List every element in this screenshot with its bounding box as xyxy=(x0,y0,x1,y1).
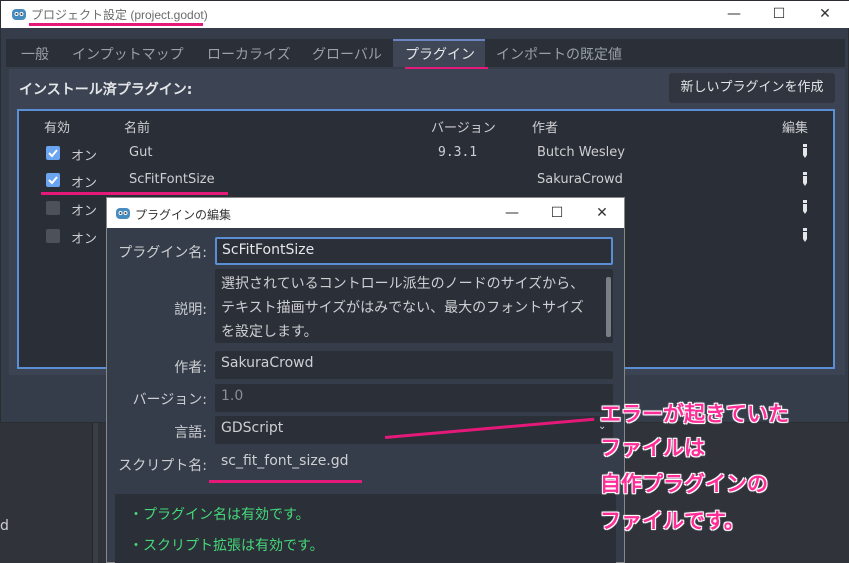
column-header-name[interactable]: 名前 xyxy=(124,117,150,136)
description-field[interactable]: 選択されているコントロール派生のノードのサイズから、 テキスト描画サイズがはみで… xyxy=(215,269,613,343)
description-scrollbar[interactable] xyxy=(606,277,611,337)
column-header-edit[interactable]: 編集 xyxy=(782,117,808,136)
validation-message: ・プラグイン名は有効です。 xyxy=(129,507,310,523)
dialog-titlebar: プラグインの編集 — ☐ ✕ xyxy=(107,198,624,228)
godot-icon xyxy=(12,9,26,20)
tab-input-map[interactable]: インプットマップ xyxy=(72,44,184,64)
plugin-name: Gut xyxy=(129,145,153,160)
column-header-version[interactable]: バージョン xyxy=(431,117,496,136)
installed-plugins-heading: インストール済プラグイン: xyxy=(19,82,193,98)
plugin-status: オン xyxy=(71,149,98,164)
annotation-text: ファイルです。 xyxy=(600,509,745,533)
dialog-minimize-button[interactable]: — xyxy=(502,203,522,223)
version-label: バージョン: xyxy=(132,392,207,408)
row-highlight-underline xyxy=(41,192,228,195)
tab-globals[interactable]: グローバル xyxy=(312,44,382,64)
background-splitter[interactable] xyxy=(92,423,98,563)
column-header-author[interactable]: 作者 xyxy=(532,117,558,136)
annotation-text: ファイルは xyxy=(600,436,705,460)
title-highlight-underline xyxy=(29,23,203,26)
plugin-enabled-checkbox[interactable] xyxy=(46,229,60,243)
author-field[interactable]: SakuraCrowd xyxy=(215,351,613,379)
author-label: 作者: xyxy=(174,360,207,376)
plugin-enabled-checkbox[interactable] xyxy=(46,201,60,215)
description-label: 説明: xyxy=(174,302,207,318)
check-icon xyxy=(48,176,58,185)
plugin-status: オン xyxy=(71,204,98,219)
description-line: 選択されているコントロール派生のノードのサイズから、 xyxy=(221,276,585,292)
validation-panel: ・プラグイン名は有効です。 ・スクリプト拡張は有効です。 xyxy=(115,494,616,563)
background-text-fragment: d xyxy=(0,518,9,534)
annotation-text: エラーが起きていた xyxy=(600,402,789,426)
edit-pencil-icon[interactable] xyxy=(800,199,810,215)
minimize-button[interactable]: — xyxy=(724,4,744,24)
close-button[interactable]: ✕ xyxy=(815,4,835,24)
script-name-highlight-underline xyxy=(209,480,362,483)
tab-localization[interactable]: ローカライズ xyxy=(207,44,291,64)
plugin-enabled-checkbox[interactable] xyxy=(46,146,60,160)
language-label: 言語: xyxy=(174,425,207,441)
annotation-text: 自作プラグインの xyxy=(600,472,768,496)
edit-plugin-dialog: プラグインの編集 — ☐ ✕ プラグイン名: ScFitFontSize 説明:… xyxy=(106,197,625,563)
edit-pencil-icon[interactable] xyxy=(800,227,810,243)
column-header-enabled[interactable]: 有効 xyxy=(44,117,70,136)
dialog-maximize-button[interactable]: ☐ xyxy=(547,203,567,223)
tab-import-defaults[interactable]: インポートの既定値 xyxy=(496,44,622,64)
edit-pencil-icon[interactable] xyxy=(800,171,810,187)
godot-icon xyxy=(116,208,130,219)
create-plugin-button[interactable]: 新しいプラグインを作成 xyxy=(669,73,835,103)
version-field[interactable]: 1.0 xyxy=(215,384,613,412)
dialog-close-button[interactable]: ✕ xyxy=(592,203,612,223)
description-line: を設定します。 xyxy=(221,324,318,340)
tab-plugins[interactable]: プラグイン xyxy=(405,44,475,64)
plugin-name-label: プラグイン名: xyxy=(118,245,207,261)
window-title: プロジェクト設定 (project.godot) xyxy=(31,8,208,22)
check-icon xyxy=(48,149,58,158)
tab-general[interactable]: 一般 xyxy=(21,44,49,64)
maximize-button[interactable]: ☐ xyxy=(769,4,789,24)
validation-message: ・スクリプト拡張は有効です。 xyxy=(129,538,324,554)
plugin-author: SakuraCrowd xyxy=(537,172,623,187)
plugin-enabled-checkbox[interactable] xyxy=(46,173,60,187)
script-name-label: スクリプト名: xyxy=(118,458,207,474)
description-line: テキスト描画サイズがはみでない、最大のフォントサイズ xyxy=(221,300,584,316)
edit-pencil-icon[interactable] xyxy=(800,143,810,159)
plugin-name: ScFitFontSize xyxy=(129,172,215,187)
plugin-status: オン xyxy=(71,232,98,247)
plugin-author: Butch Wesley xyxy=(537,145,625,160)
dialog-title: プラグインの編集 xyxy=(135,208,232,222)
plugin-name-field[interactable]: ScFitFontSize xyxy=(215,237,613,265)
script-name-field[interactable]: sc_fit_font_size.gd xyxy=(215,449,613,477)
plugin-status: オン xyxy=(71,176,98,191)
plugin-version: 9.3.1 xyxy=(438,145,478,160)
